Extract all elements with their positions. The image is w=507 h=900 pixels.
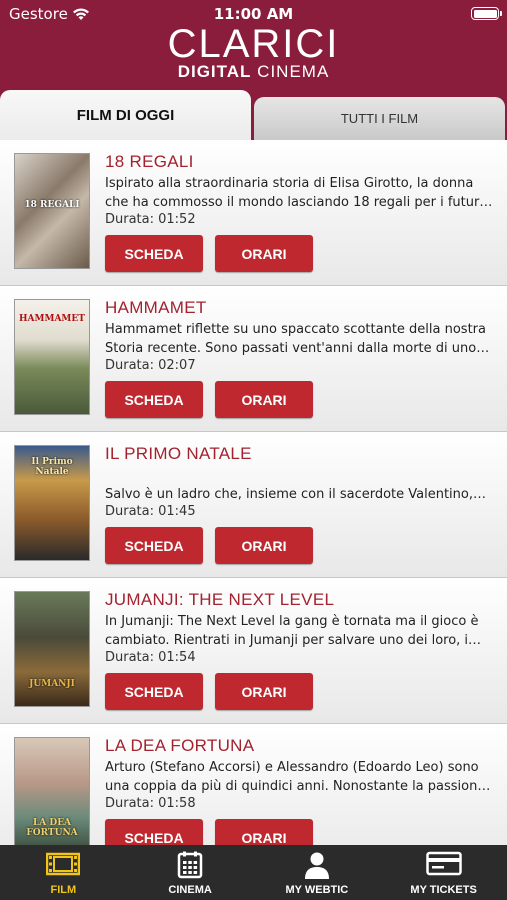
movie-poster[interactable]: LA DEA FORTUNA <box>14 737 90 845</box>
tab-film-di-oggi[interactable]: FILM DI OGGI <box>0 90 251 140</box>
logo-title: CLARICI <box>167 22 340 66</box>
nav-label: MY TICKETS <box>410 884 477 896</box>
movie-poster[interactable]: Il Primo Natale <box>14 445 90 561</box>
nav-label: FILM <box>50 884 77 896</box>
app-header: Gestore 11:00 AM CLARICI DIGITAL CINEMA … <box>0 0 507 140</box>
movie-row: LA DEA FORTUNA LA DEA FORTUNA Arturo (St… <box>0 724 507 845</box>
calendar-icon <box>177 851 203 879</box>
scheda-button[interactable]: SCHEDA <box>105 527 203 564</box>
scheda-button[interactable]: SCHEDA <box>105 673 203 710</box>
user-icon <box>304 852 329 879</box>
movie-poster[interactable]: HAMMAMET <box>14 299 90 415</box>
poster-caption: HAMMAMET <box>19 313 85 324</box>
nav-label: CINEMA <box>168 884 212 896</box>
description-line <box>105 466 495 485</box>
scheda-button[interactable]: SCHEDA <box>105 381 203 418</box>
nav-my-webtic[interactable]: MY WEBTIC <box>254 845 381 900</box>
orari-button[interactable]: ORARI <box>215 381 313 418</box>
movie-title[interactable]: 18 REGALI <box>105 152 194 172</box>
movie-title[interactable]: LA DEA FORTUNA <box>105 736 254 756</box>
logo-subtitle: DIGITAL CINEMA <box>0 62 507 82</box>
battery-icon <box>471 7 502 20</box>
movie-description: Salvo è un ladro che, insieme con il sac… <box>105 466 495 504</box>
description-line: In Jumanji: The Next Level la gang è tor… <box>105 614 479 629</box>
description-line: Ispirato alla straordinaria storia di El… <box>105 176 474 191</box>
description-line: una coppia da più di quindici anni. Nono… <box>105 779 491 794</box>
movie-duration: Durata: 01:52 <box>105 212 196 227</box>
movie-title[interactable]: JUMANJI: THE NEXT LEVEL <box>105 590 334 610</box>
movie-row: JUMANJI JUMANJI: THE NEXT LEVEL In Juman… <box>0 578 507 724</box>
description-line: Hammamet riflette su uno spaccato scotta… <box>105 322 486 337</box>
scheda-button[interactable]: SCHEDA <box>105 819 203 845</box>
poster-caption: Il Primo Natale <box>31 457 73 478</box>
movie-duration: Durata: 02:07 <box>105 358 196 373</box>
logo-subtitle-bold: DIGITAL <box>177 62 252 81</box>
nav-film[interactable]: FILM <box>0 845 127 900</box>
movie-list[interactable]: 18 REGALI 18 REGALI Ispirato alla straor… <box>0 140 507 845</box>
movie-description: Arturo (Stefano Accorsi) e Alessandro (E… <box>105 758 495 796</box>
movie-row: 18 REGALI 18 REGALI Ispirato alla straor… <box>0 140 507 286</box>
movie-row: Il Primo Natale IL PRIMO NATALE Salvo è … <box>0 432 507 578</box>
movie-duration: Durata: 01:45 <box>105 504 196 519</box>
scheda-button[interactable]: SCHEDA <box>105 235 203 272</box>
poster-caption: 18 REGALI <box>24 199 80 210</box>
orari-button[interactable]: ORARI <box>215 819 313 845</box>
nav-cinema[interactable]: CINEMA <box>127 845 254 900</box>
movie-title[interactable]: IL PRIMO NATALE <box>105 444 252 464</box>
movie-duration: Durata: 01:58 <box>105 796 196 811</box>
status-time: 11:00 AM <box>213 5 294 23</box>
orari-button[interactable]: ORARI <box>215 235 313 272</box>
film-icon <box>46 852 81 876</box>
bottom-tab-bar: FILM CINEMA MY WEBTIC MY TICKETS <box>0 845 507 900</box>
description-line: cambiato. Rientrati in Jumanji per salva… <box>105 633 482 648</box>
logo-subtitle-light: CINEMA <box>257 62 330 81</box>
ticket-icon <box>425 851 462 876</box>
nav-label: MY WEBTIC <box>285 884 349 896</box>
description-line: Salvo è un ladro che, insieme con il sac… <box>105 487 486 502</box>
movie-description: Hammamet riflette su uno spaccato scotta… <box>105 320 495 358</box>
movie-description: Ispirato alla straordinaria storia di El… <box>105 174 495 212</box>
movie-title[interactable]: HAMMAMET <box>105 298 207 318</box>
description-line: che ha commosso il mondo lasciando 18 re… <box>105 195 493 210</box>
poster-caption: JUMANJI <box>29 678 75 689</box>
movie-row: HAMMAMET HAMMAMET Hammamet riflette su u… <box>0 286 507 432</box>
tab-tutti-i-film[interactable]: TUTTI I FILM <box>254 97 505 140</box>
movie-description: In Jumanji: The Next Level la gang è tor… <box>105 612 495 650</box>
description-line: Storia recente. Sono passati vent'anni d… <box>105 341 490 356</box>
description-line: Arturo (Stefano Accorsi) e Alessandro (E… <box>105 760 479 775</box>
orari-button[interactable]: ORARI <box>215 527 313 564</box>
movie-poster[interactable]: 18 REGALI <box>14 153 90 269</box>
movie-duration: Durata: 01:54 <box>105 650 196 665</box>
poster-caption: LA DEA FORTUNA <box>26 817 78 838</box>
nav-my-tickets[interactable]: MY TICKETS <box>380 845 507 900</box>
movie-poster[interactable]: JUMANJI <box>14 591 90 707</box>
orari-button[interactable]: ORARI <box>215 673 313 710</box>
